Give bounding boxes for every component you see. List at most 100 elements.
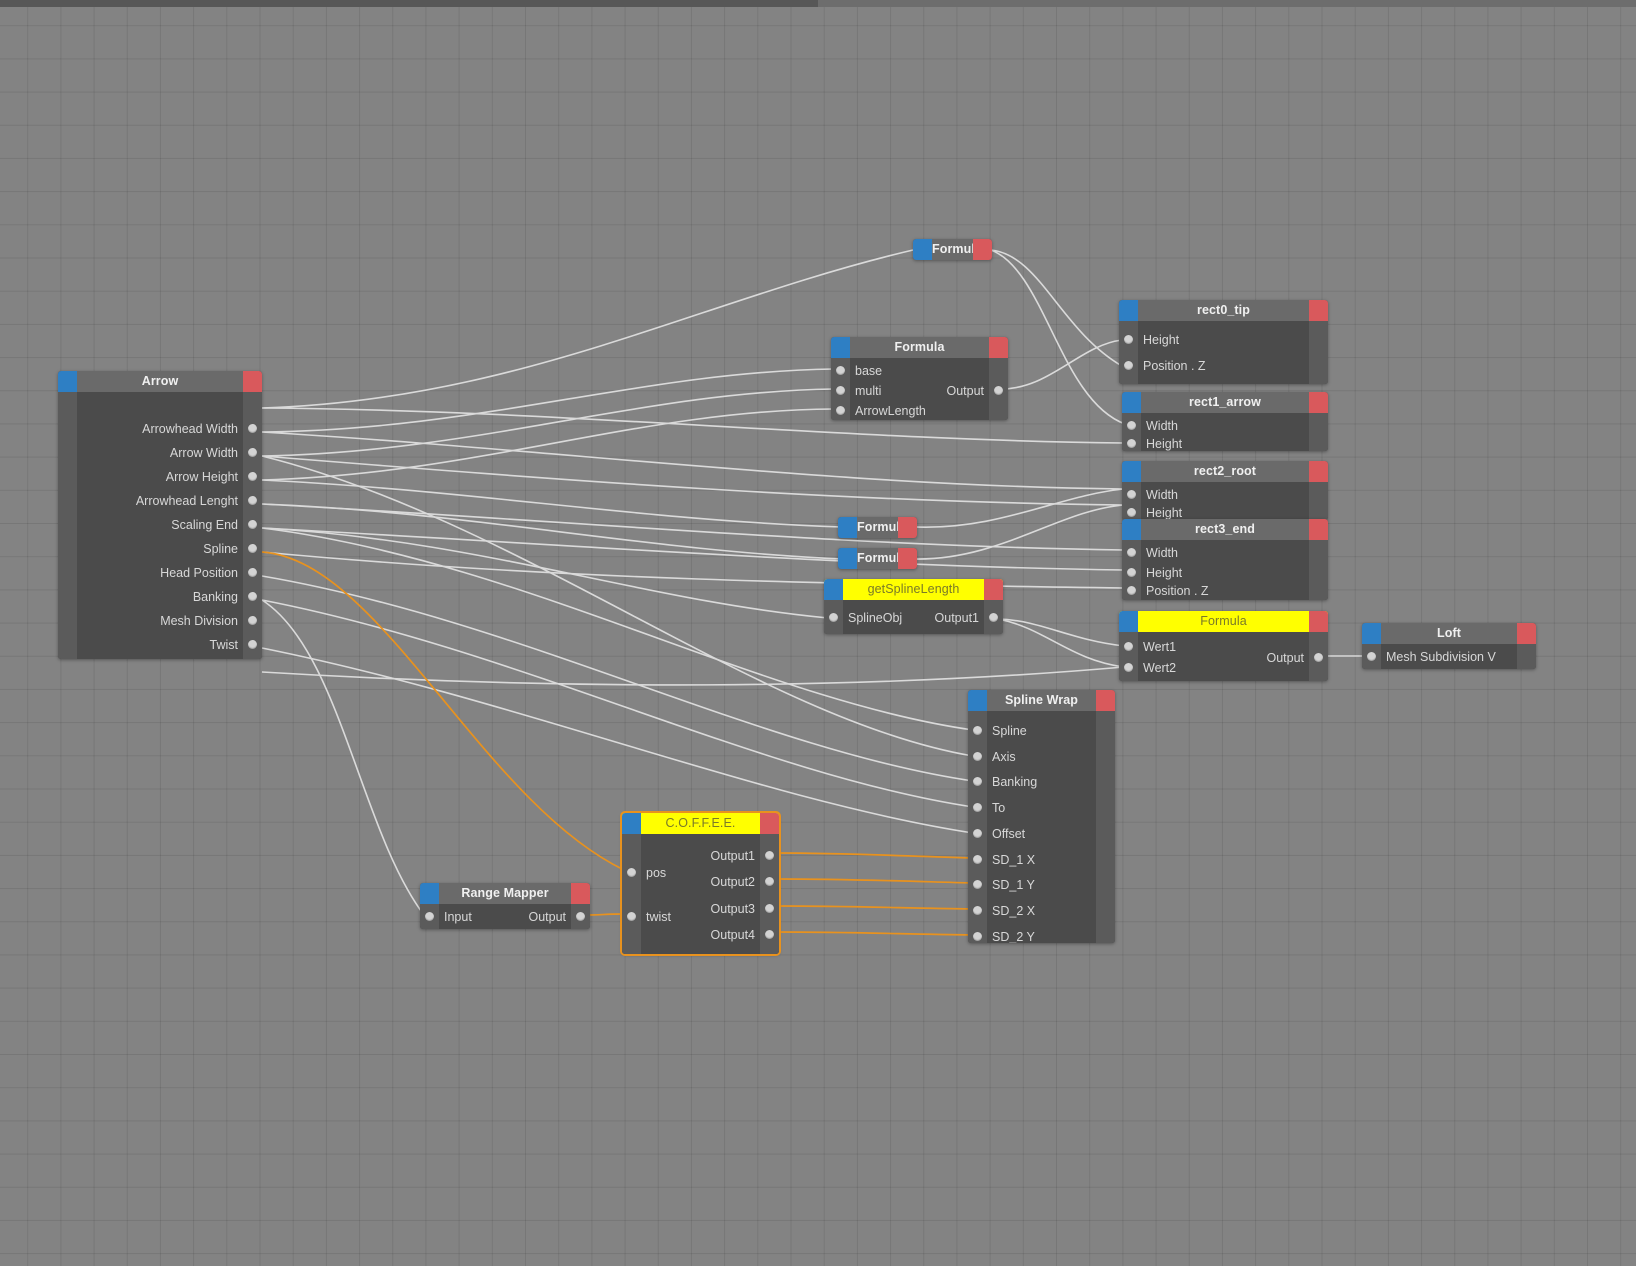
output-port-header[interactable] [984, 579, 1003, 600]
node-formula-top[interactable]: Formula [913, 239, 992, 260]
port-scaling-end[interactable] [248, 520, 257, 529]
port-output1[interactable] [989, 613, 998, 622]
port-twist[interactable] [248, 640, 257, 649]
port-input[interactable] [425, 912, 434, 921]
node-formula-wert[interactable]: Formula Wert1 Wert2 Output [1119, 611, 1328, 681]
input-port-header[interactable] [838, 517, 857, 538]
node-rect0-tip[interactable]: rect0_tip Height Position . Z [1119, 300, 1328, 384]
node-editor-canvas[interactable]: Arrow Arrowhead Width Arrow Width Arrow … [0, 0, 1636, 1266]
port-height[interactable] [1124, 335, 1133, 344]
port-output[interactable] [576, 912, 585, 921]
port-output[interactable] [1314, 653, 1323, 662]
node-rect2-root[interactable]: rect2_root Width Height [1122, 461, 1328, 520]
port-banking[interactable] [973, 777, 982, 786]
node-range-mapper[interactable]: Range Mapper Input Output [420, 883, 590, 929]
input-port-header[interactable] [913, 239, 932, 260]
port-output3[interactable] [765, 904, 774, 913]
input-port-header[interactable] [622, 813, 641, 834]
node-formula-main-header[interactable]: Formula [831, 337, 1008, 358]
port-output1[interactable] [765, 851, 774, 860]
output-port-header[interactable] [1309, 611, 1328, 632]
node-get-spline-length[interactable]: getSplineLength SplineObj Output1 [824, 579, 1003, 634]
node-loft[interactable]: Loft Mesh Subdivision V [1362, 623, 1536, 669]
output-port-header[interactable] [1309, 461, 1328, 482]
node-spline-wrap[interactable]: Spline Wrap Spline Axis Banking To Offse… [968, 690, 1115, 943]
port-arrow-width[interactable] [248, 448, 257, 457]
node-range-mapper-header[interactable]: Range Mapper [420, 883, 590, 904]
node-rect3-end-header[interactable]: rect3_end [1122, 519, 1328, 540]
port-output[interactable] [994, 386, 1003, 395]
input-port-header[interactable] [831, 337, 850, 358]
output-port-header[interactable] [571, 883, 590, 904]
port-position-z[interactable] [1124, 361, 1133, 370]
port-arrowlength[interactable] [836, 406, 845, 415]
port-position-z[interactable] [1127, 586, 1136, 595]
port-offset[interactable] [973, 829, 982, 838]
input-port-header[interactable] [420, 883, 439, 904]
output-port-header[interactable] [898, 517, 917, 538]
port-banking[interactable] [248, 592, 257, 601]
node-formula-mid-1[interactable]: Formula [838, 517, 917, 538]
node-rect2-root-header[interactable]: rect2_root [1122, 461, 1328, 482]
port-spline[interactable] [248, 544, 257, 553]
port-wert1[interactable] [1124, 642, 1133, 651]
node-spline-wrap-header[interactable]: Spline Wrap [968, 690, 1115, 711]
node-coffee[interactable]: C.O.F.F.E.E. pos twist Output1 Output2 O… [620, 811, 781, 956]
port-head-position[interactable] [248, 568, 257, 577]
input-port-header[interactable] [1119, 611, 1138, 632]
port-height[interactable] [1127, 508, 1136, 517]
node-formula-mid-1-header[interactable]: Formula [838, 517, 917, 538]
node-formula-mid-2[interactable]: Formula [838, 548, 917, 569]
node-formula-top-header[interactable]: Formula [913, 239, 992, 260]
node-coffee-header[interactable]: C.O.F.F.E.E. [622, 813, 779, 834]
port-sd2y[interactable] [973, 932, 982, 941]
node-rect0-tip-header[interactable]: rect0_tip [1119, 300, 1328, 321]
port-width[interactable] [1127, 421, 1136, 430]
port-to[interactable] [973, 803, 982, 812]
input-port-header[interactable] [1122, 392, 1141, 413]
node-arrow-header[interactable]: Arrow [58, 371, 262, 392]
port-splineobj[interactable] [829, 613, 838, 622]
port-multi[interactable] [836, 386, 845, 395]
port-mesh-subdivision-v[interactable] [1367, 652, 1376, 661]
node-rect1-arrow[interactable]: rect1_arrow Width Height [1122, 392, 1328, 451]
port-output4[interactable] [765, 930, 774, 939]
node-formula-mid-2-header[interactable]: Formula [838, 548, 917, 569]
output-port-header[interactable] [760, 813, 779, 834]
input-port-header[interactable] [824, 579, 843, 600]
input-port-header[interactable] [1362, 623, 1381, 644]
output-port-header[interactable] [1517, 623, 1536, 644]
port-sd2x[interactable] [973, 906, 982, 915]
port-spline[interactable] [973, 726, 982, 735]
port-arrowhead-width[interactable] [248, 424, 257, 433]
port-sd1x[interactable] [973, 855, 982, 864]
port-height[interactable] [1127, 439, 1136, 448]
node-rect1-arrow-header[interactable]: rect1_arrow [1122, 392, 1328, 413]
output-port-header[interactable] [973, 239, 992, 260]
port-wert2[interactable] [1124, 663, 1133, 672]
port-mesh-division[interactable] [248, 616, 257, 625]
output-port-header[interactable] [243, 371, 262, 392]
output-port-header[interactable] [1309, 392, 1328, 413]
output-port-header[interactable] [1309, 300, 1328, 321]
node-get-spline-length-header[interactable]: getSplineLength [824, 579, 1003, 600]
input-port-header[interactable] [838, 548, 857, 569]
port-twist[interactable] [627, 912, 636, 921]
input-port-header[interactable] [1122, 461, 1141, 482]
port-base[interactable] [836, 366, 845, 375]
output-port-header[interactable] [1309, 519, 1328, 540]
port-pos[interactable] [627, 868, 636, 877]
port-height[interactable] [1127, 568, 1136, 577]
input-port-header[interactable] [1119, 300, 1138, 321]
node-loft-header[interactable]: Loft [1362, 623, 1536, 644]
output-port-header[interactable] [898, 548, 917, 569]
port-sd1y[interactable] [973, 880, 982, 889]
port-width[interactable] [1127, 490, 1136, 499]
node-formula-wert-header[interactable]: Formula [1119, 611, 1328, 632]
port-arrow-height[interactable] [248, 472, 257, 481]
port-output2[interactable] [765, 877, 774, 886]
node-rect3-end[interactable]: rect3_end Width Height Position . Z [1122, 519, 1328, 600]
port-axis[interactable] [973, 752, 982, 761]
port-width[interactable] [1127, 548, 1136, 557]
output-port-header[interactable] [1096, 690, 1115, 711]
